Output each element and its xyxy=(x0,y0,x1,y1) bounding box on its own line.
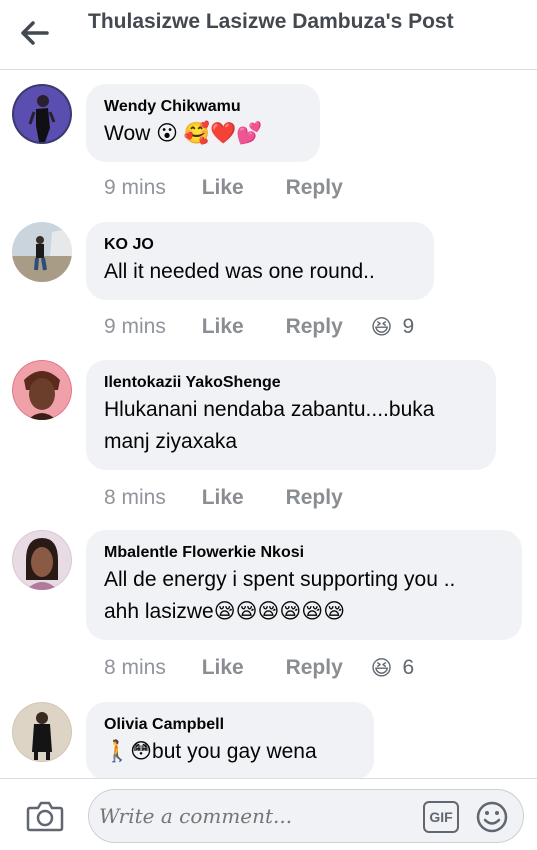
comment-bubble[interactable]: Wendy Chikwamu Wow 😮 🥰❤️💕 xyxy=(86,84,320,162)
comment-text: Wow 😮 🥰❤️💕 xyxy=(104,122,263,145)
avatar[interactable] xyxy=(12,84,72,144)
like-button[interactable]: Like xyxy=(202,483,244,513)
smiley-icon[interactable] xyxy=(475,800,509,834)
comment-text: Hlukanani nendaba zabantu....buka manj z… xyxy=(104,398,435,453)
comment-actions: 8 mins Like Reply xyxy=(104,483,343,513)
comment-time: 9 mins xyxy=(104,176,166,200)
comment-text: All de energy i spent supporting you .. … xyxy=(104,568,456,623)
camera-icon[interactable] xyxy=(26,799,64,833)
comment-time: 8 mins xyxy=(104,656,166,680)
post-title: Thulasizwe Lasizwe Dambuza's Post xyxy=(88,10,454,33)
comment-actions: 8 mins Like Reply 😆 6 xyxy=(104,653,414,683)
reply-button[interactable]: Reply xyxy=(286,653,343,683)
avatar[interactable] xyxy=(12,222,72,282)
comment-time: 8 mins xyxy=(104,486,166,510)
comment-author[interactable]: Ilentokazii YakoShenge xyxy=(104,372,478,394)
like-button[interactable]: Like xyxy=(202,312,244,342)
reply-button[interactable]: Reply xyxy=(286,173,343,203)
avatar[interactable] xyxy=(12,530,72,590)
like-button[interactable]: Like xyxy=(202,173,244,203)
comment-author[interactable]: Wendy Chikwamu xyxy=(104,96,302,118)
reply-button[interactable]: Reply xyxy=(286,483,343,513)
reaction-count: 6 xyxy=(402,656,415,680)
comment-actions: 9 mins Like Reply 😆 9 xyxy=(104,312,414,342)
comment-actions: 9 mins Like Reply xyxy=(104,173,343,203)
reaction-summary[interactable]: 😆 6 xyxy=(371,653,415,683)
reaction-count: 9 xyxy=(402,315,415,339)
gif-button[interactable]: GIF xyxy=(423,801,459,833)
comment-author[interactable]: KO JO xyxy=(104,234,416,256)
comment-text: 🚶😳but you gay wena xyxy=(104,740,317,763)
comment-bubble[interactable]: Ilentokazii YakoShenge Hlukanani nendaba… xyxy=(86,360,496,470)
comment-bubble[interactable]: Olivia Campbell 🚶😳but you gay wena xyxy=(86,702,374,778)
reply-button[interactable]: Reply xyxy=(286,312,343,342)
comment-author[interactable]: Olivia Campbell xyxy=(104,714,356,736)
comment-time: 9 mins xyxy=(104,315,166,339)
like-button[interactable]: Like xyxy=(202,653,244,683)
back-arrow-icon[interactable] xyxy=(20,20,50,46)
comment-list: Wendy Chikwamu Wow 😮 🥰❤️💕 9 mins Like Re… xyxy=(0,70,537,778)
comment-composer-bar: GIF xyxy=(0,778,537,850)
comment-author[interactable]: Mbalentle Flowerkie Nkosi xyxy=(104,542,504,564)
laughing-face-icon: 😆 xyxy=(370,315,393,340)
laughing-face-icon: 😆 xyxy=(370,656,393,681)
comment-input-box[interactable]: GIF xyxy=(88,789,524,843)
top-bar: Thulasizwe Lasizwe Dambuza's Post xyxy=(0,0,537,70)
comment-bubble[interactable]: KO JO All it needed was one round.. xyxy=(86,222,434,300)
comment-input[interactable] xyxy=(99,798,419,834)
reaction-summary[interactable]: 😆 9 xyxy=(371,312,415,342)
avatar[interactable] xyxy=(12,360,72,420)
comment-bubble[interactable]: Mbalentle Flowerkie Nkosi All de energy … xyxy=(86,530,522,640)
avatar[interactable] xyxy=(12,702,72,762)
comment-text: All it needed was one round.. xyxy=(104,260,375,283)
